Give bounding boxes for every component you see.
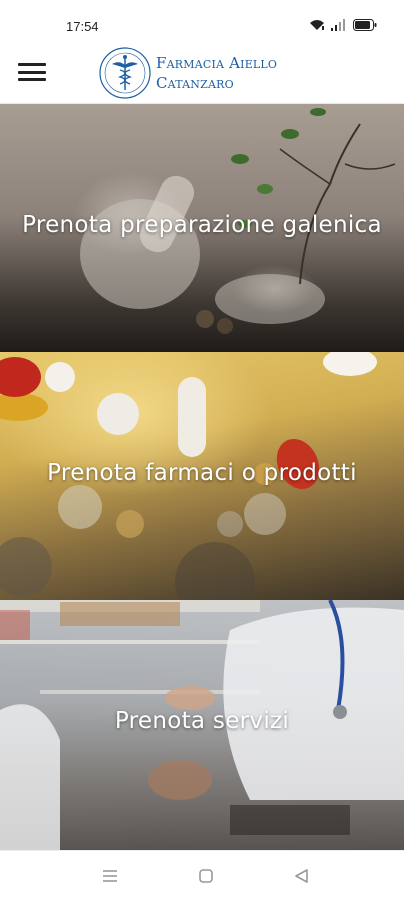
hamburger-menu-icon[interactable] (16, 58, 48, 86)
recent-apps-icon[interactable] (98, 865, 122, 887)
status-bar: 17:54 (0, 0, 404, 40)
app-screen: 17:54 Farmacia Aiello Catanzaro Prenota … (0, 0, 404, 900)
system-navigation-bar (0, 850, 404, 900)
signal-icon (331, 19, 345, 31)
brand-line-2: Catanzaro (156, 74, 234, 92)
app-header: Farmacia Aiello Catanzaro (0, 40, 404, 104)
card-servizi[interactable]: Prenota servizi (0, 600, 404, 850)
brand-line-1: Farmacia Aiello (156, 54, 278, 72)
card-title: Prenota farmaci o prodotti (47, 460, 357, 486)
brand-name: Farmacia Aiello Catanzaro (156, 53, 277, 93)
status-icons (309, 19, 377, 31)
home-icon[interactable] (194, 865, 218, 887)
status-time: 17:54 (66, 19, 99, 34)
card-title: Prenota preparazione galenica (22, 212, 382, 238)
battery-icon (353, 19, 377, 31)
caduceus-logo-icon (99, 47, 151, 99)
card-preparazione-galenica[interactable]: Prenota preparazione galenica (0, 104, 404, 352)
card-farmaci-prodotti[interactable]: Prenota farmaci o prodotti (0, 352, 404, 600)
card-title: Prenota servizi (114, 708, 290, 734)
brand[interactable]: Farmacia Aiello Catanzaro (98, 46, 277, 100)
wifi-icon (310, 20, 324, 30)
back-icon[interactable] (290, 865, 314, 887)
